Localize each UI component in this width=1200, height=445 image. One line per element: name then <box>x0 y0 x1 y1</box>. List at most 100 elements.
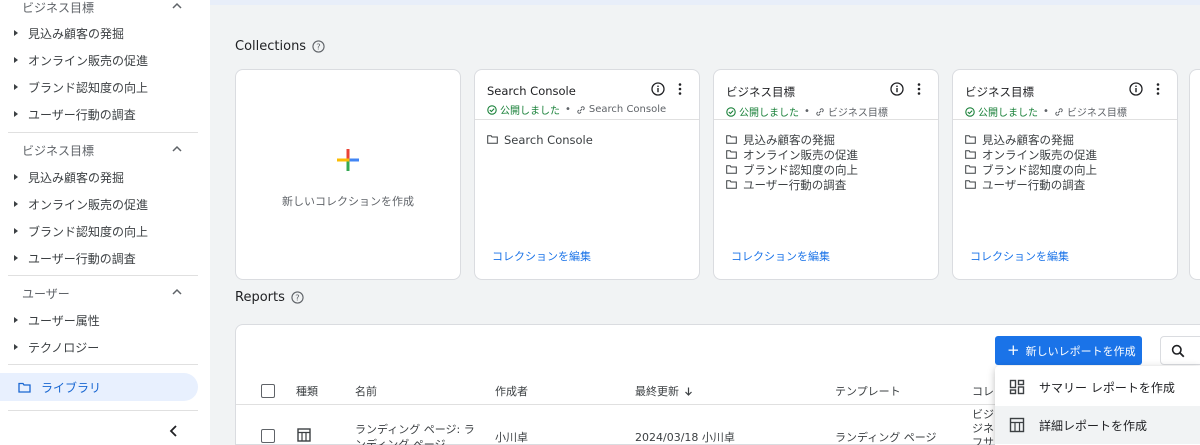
sidebar-item-label: 見込み顧客の発掘 <box>28 26 125 41</box>
column-header-last-updated[interactable]: 最終更新 <box>635 383 694 399</box>
svg-text:?: ? <box>316 41 320 51</box>
arrow-down-icon <box>685 387 692 396</box>
chevron-left-icon[interactable] <box>166 423 182 439</box>
sidebar-divider <box>8 132 198 133</box>
sidebar-item-online-sales[interactable]: オンライン販売の促進 <box>0 47 198 73</box>
expand-triangle-icon <box>14 84 18 90</box>
sidebar-item-demographics[interactable]: ユーザー属性 <box>0 307 198 333</box>
chevron-up-icon <box>172 145 182 152</box>
help-icon[interactable]: ? <box>312 40 325 53</box>
menu-item-create-detail-report[interactable]: 詳細レポートを作成 <box>995 406 1200 444</box>
folder-icon <box>965 165 976 174</box>
reports-title: Reports ? <box>235 290 304 305</box>
new-collection-card[interactable]: 新しいコレクションを作成 <box>235 69 461 280</box>
sidebar-item-user-behavior[interactable]: ユーザー行動の調査 <box>0 245 198 271</box>
sidebar-divider <box>8 364 198 365</box>
sidebar-item-brand-awareness[interactable]: ブランド認知度の向上 <box>0 218 198 244</box>
collection-item[interactable]: Search Console <box>487 132 687 147</box>
card-header: ビジネス目標 公開しました • ビジネス目標 <box>953 70 1177 120</box>
sidebar-item-label: ブランド認知度の向上 <box>28 80 149 95</box>
row-checkbox[interactable] <box>261 429 275 443</box>
collection-item-label: オンライン販売の促進 <box>743 147 858 162</box>
sidebar-item-label: ライブラリ <box>41 380 102 395</box>
report-name-line-1[interactable]: ランディング ページ: ラ <box>355 421 475 437</box>
top-strip <box>210 0 1200 5</box>
collection-item[interactable]: オンライン販売の促進 <box>726 147 926 162</box>
sidebar-group-header-users[interactable]: ユーザー <box>0 280 198 306</box>
sidebar-item-label: ユーザー行動の調査 <box>28 107 136 122</box>
collection-item[interactable]: 見込み顧客の発掘 <box>965 132 1165 147</box>
info-icon[interactable] <box>890 82 904 96</box>
menu-item-label: サマリー レポートを作成 <box>1039 380 1175 395</box>
folder-icon <box>965 135 976 144</box>
edit-collection-link[interactable]: コレクションを編集 <box>970 248 1069 264</box>
sidebar-item-online-sales[interactable]: オンライン販売の促進 <box>0 191 198 217</box>
expand-triangle-icon <box>14 201 18 207</box>
more-vert-icon[interactable] <box>912 82 926 96</box>
collection-card-business-goals-2[interactable]: ビジネス目標 公開しました • ビジネス目標 見込み顧客の発掘 オンライン販売の… <box>952 69 1178 280</box>
collection-item-label: 見込み顧客の発掘 <box>982 132 1074 147</box>
sidebar-divider <box>8 275 198 276</box>
expand-triangle-icon <box>14 317 18 323</box>
card-source: ビジネス目標 <box>827 108 888 119</box>
report-template: ランディング ページ <box>835 431 937 444</box>
column-header-name[interactable]: 名前 <box>355 383 377 399</box>
folder-icon <box>726 180 737 189</box>
collection-item-label: ユーザー行動の調査 <box>982 177 1086 192</box>
sidebar-group-header-business-goals-2[interactable]: ビジネス目標 <box>0 137 198 163</box>
more-vert-icon[interactable] <box>1151 82 1165 96</box>
expand-triangle-icon <box>14 57 18 63</box>
menu-item-create-summary-report[interactable]: サマリー レポートを作成 <box>995 368 1200 406</box>
report-last-updated: 2024/03/18 小川卓 <box>635 431 735 444</box>
collection-item-label: ブランド認知度の向上 <box>743 162 858 177</box>
folder-icon <box>965 180 976 189</box>
sidebar-item-brand-awareness[interactable]: ブランド認知度の向上 <box>0 74 198 100</box>
separator-dot: • <box>565 104 571 115</box>
collection-item[interactable]: ブランド認知度の向上 <box>965 162 1165 177</box>
sidebar-item-technology[interactable]: テクノロジー <box>0 334 198 360</box>
expand-triangle-icon <box>14 228 18 234</box>
collection-card-partial[interactable] <box>1189 69 1200 280</box>
expand-triangle-icon <box>14 30 18 36</box>
collection-card-search-console[interactable]: Search Console 公開しました • Search Console S… <box>474 69 700 280</box>
help-icon[interactable]: ? <box>291 291 304 304</box>
collection-item-label: ブランド認知度の向上 <box>982 162 1097 177</box>
collection-item[interactable]: オンライン販売の促進 <box>965 147 1165 162</box>
published-status: 公開しました <box>739 108 799 119</box>
sidebar-item-label: ユーザー行動の調査 <box>28 251 136 266</box>
select-all-checkbox[interactable] <box>261 384 275 398</box>
sidebar-item-library[interactable]: ライブラリ <box>0 373 198 401</box>
sidebar-group-header-business-goals-1[interactable]: ビジネス目標 <box>0 0 198 20</box>
collection-item[interactable]: ユーザー行動の調査 <box>726 177 926 192</box>
info-icon[interactable] <box>651 82 665 96</box>
sidebar-item-lead-generation[interactable]: 見込み顧客の発掘 <box>0 164 198 190</box>
new-report-menu: サマリー レポートを作成 詳細レポートを作成 <box>995 366 1200 445</box>
link-icon <box>577 105 585 114</box>
column-header-creator[interactable]: 作成者 <box>495 383 528 399</box>
folder-icon <box>487 135 498 144</box>
edit-collection-link[interactable]: コレクションを編集 <box>731 248 830 264</box>
svg-text:?: ? <box>295 292 299 302</box>
collection-item[interactable]: ブランド認知度の向上 <box>726 162 926 177</box>
edit-collection-link[interactable]: コレクションを編集 <box>492 248 591 264</box>
collections-title: Collections ? <box>235 39 325 54</box>
collection-item[interactable]: 見込み顧客の発掘 <box>726 132 926 147</box>
sidebar-item-lead-generation[interactable]: 見込み顧客の発掘 <box>0 20 198 46</box>
collection-card-business-goals-1[interactable]: ビジネス目標 公開しました • ビジネス目標 見込み顧客の発掘 オンライン販売の… <box>713 69 939 280</box>
new-report-button[interactable]: + 新しいレポートを作成 <box>995 336 1142 365</box>
column-header-collection[interactable]: コレ <box>972 383 994 399</box>
sidebar-item-user-behavior[interactable]: ユーザー行動の調査 <box>0 101 198 127</box>
search-input[interactable] <box>1160 336 1200 365</box>
reports-title-text: Reports <box>235 290 285 305</box>
column-header-template[interactable]: テンプレート <box>835 383 901 399</box>
table-report-icon <box>297 428 311 442</box>
info-icon[interactable] <box>1129 82 1143 96</box>
check-circle-icon <box>487 104 497 115</box>
collection-item[interactable]: ユーザー行動の調査 <box>965 177 1165 192</box>
column-header-type[interactable]: 種類 <box>296 383 318 399</box>
collections-title-text: Collections <box>235 39 307 54</box>
check-circle-icon <box>965 106 975 117</box>
report-name-line-2[interactable]: ンディング ページ <box>355 436 446 445</box>
table-icon <box>1009 417 1025 433</box>
more-vert-icon[interactable] <box>673 82 687 96</box>
